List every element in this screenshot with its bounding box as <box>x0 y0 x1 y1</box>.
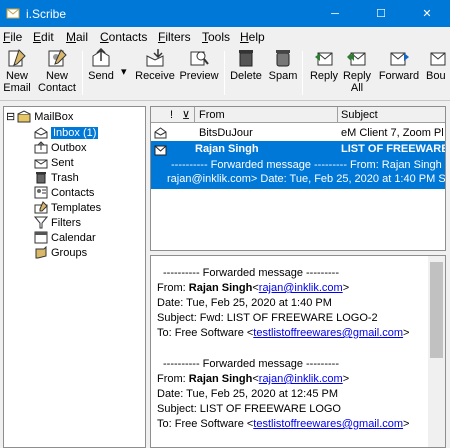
message-list-header: ! ⊻ From Subject <box>151 107 445 123</box>
folder-groups[interactable]: Groups <box>34 245 87 260</box>
message-list[interactable]: ! ⊻ From Subject BitsDuJour eM Client 7,… <box>150 106 446 251</box>
minimize-button[interactable]: ─ <box>312 0 358 27</box>
receive-icon <box>146 49 164 67</box>
to-line: To: Free Software <testlistoffreewares@g… <box>157 327 410 339</box>
message-row[interactable]: BitsDuJour eM Client 7, Zoom Pl <box>151 125 445 141</box>
inbox-icon <box>34 127 48 139</box>
forward-icon <box>390 52 409 66</box>
message-subject: eM Client 7, Zoom Pl <box>341 127 444 139</box>
outbox-icon <box>34 141 48 154</box>
bounce-icon <box>430 52 446 66</box>
reply-icon <box>315 52 333 66</box>
folder-filters[interactable]: Filters <box>34 215 81 230</box>
filters-icon <box>34 216 48 229</box>
preview-button[interactable]: Preview <box>178 48 220 82</box>
new-contact-button[interactable]: New Contact <box>37 48 77 94</box>
contacts-icon <box>34 186 48 199</box>
reply-all-icon <box>347 52 366 66</box>
sent-icon <box>34 159 48 169</box>
column-flag[interactable]: ! <box>170 109 173 121</box>
window-title: i.Scribe <box>26 7 67 21</box>
folder-sent[interactable]: Sent <box>34 155 74 170</box>
date-line: Date: Tue, Feb 25, 2020 at 12:45 PM <box>157 388 339 400</box>
menu-bar: File Edit Mail Contacts Filters Tools He… <box>0 27 450 45</box>
column-divider[interactable] <box>337 107 338 123</box>
forwarded-mail-icon <box>154 145 167 156</box>
column-divider[interactable] <box>194 107 195 123</box>
tree-root-mailbox[interactable]: ⊟ MailBox <box>6 109 73 124</box>
from-line: From: Rajan Singh<rajan@inklik.com> <box>157 373 350 385</box>
message-subject: LIST OF FREEWARE L <box>341 143 446 155</box>
send-button[interactable]: Send <box>87 48 115 82</box>
menu-contacts[interactable]: Contacts <box>100 30 147 44</box>
preview-scrollbar[interactable] <box>428 256 445 447</box>
collapse-icon[interactable]: ⊟ <box>6 110 15 123</box>
toolbar-separator <box>224 51 225 95</box>
new-email-icon <box>8 49 26 67</box>
folder-tree[interactable]: ⊟ MailBox Inbox (1) Outbox Sent Trash Co… <box>3 106 146 448</box>
recipient-email-link[interactable]: testlistoffreewares@gmail.com <box>253 327 403 339</box>
folder-templates[interactable]: Templates <box>34 200 101 215</box>
delete-button[interactable]: Delete <box>229 48 263 82</box>
message-preview-line: rajan@inklik.com> Date: Tue, Feb 25, 202… <box>167 173 446 185</box>
receive-button[interactable]: Receive <box>134 48 176 82</box>
trash-icon <box>36 172 46 184</box>
from-line: From: Rajan Singh<rajan@inklik.com> <box>157 282 350 294</box>
forward-separator: ---------- Forwarded message --------- <box>163 358 339 370</box>
message-from: BitsDuJour <box>199 127 253 139</box>
menu-tools[interactable]: Tools <box>202 30 230 44</box>
preview-icon <box>190 51 209 66</box>
menu-filters[interactable]: Filters <box>158 30 191 44</box>
column-subject[interactable]: Subject <box>341 109 378 121</box>
subject-line: Subject: LIST OF FREEWARE LOGO <box>157 403 341 415</box>
forward-separator: ---------- Forwarded message --------- <box>163 267 339 279</box>
folder-outbox[interactable]: Outbox <box>34 140 86 155</box>
menu-mail[interactable]: Mail <box>66 30 88 44</box>
trash-icon <box>239 50 253 67</box>
close-button[interactable]: ✕ <box>404 0 450 27</box>
column-attachment[interactable]: ⊻ <box>182 109 190 122</box>
title-bar[interactable]: i.Scribe ─ ☐ ✕ <box>0 0 450 27</box>
menu-file[interactable]: File <box>3 30 22 44</box>
message-from: Rajan Singh <box>195 143 259 155</box>
spam-icon <box>276 50 290 67</box>
calendar-icon <box>34 231 48 244</box>
spam-button[interactable]: Spam <box>268 48 298 82</box>
toolbar-separator <box>82 51 83 95</box>
reply-all-button[interactable]: Reply All <box>341 48 373 94</box>
send-dropdown-arrow[interactable]: ▾ <box>121 66 127 78</box>
column-from[interactable]: From <box>199 109 225 121</box>
mailbox-icon <box>17 110 31 123</box>
folder-contacts[interactable]: Contacts <box>34 185 94 200</box>
new-contact-icon <box>48 49 67 67</box>
new-email-button[interactable]: New Email <box>2 48 32 94</box>
templates-icon <box>34 201 48 214</box>
forward-button[interactable]: Forward <box>377 48 421 82</box>
sender-email-link[interactable]: rajan@inklik.com <box>259 282 343 294</box>
toolbar: New Email New Contact Send ▾ Receive Previ… <box>0 45 450 101</box>
menu-help[interactable]: Help <box>240 30 265 44</box>
menu-edit[interactable]: Edit <box>33 30 54 44</box>
subject-line: Subject: Fwd: LIST OF FREEWARE LOGO-2 <box>157 312 378 324</box>
reply-button[interactable]: Reply <box>307 48 341 82</box>
preview-pane[interactable]: ---------- Forwarded message --------- F… <box>150 255 446 448</box>
app-icon <box>6 8 20 19</box>
sender-email-link[interactable]: rajan@inklik.com <box>259 373 343 385</box>
to-line: To: Free Software <testlistoffreewares@g… <box>157 418 410 430</box>
folder-calendar[interactable]: Calendar <box>34 230 96 245</box>
folder-inbox[interactable]: Inbox (1) <box>34 125 99 140</box>
maximize-button[interactable]: ☐ <box>358 0 404 27</box>
folder-trash[interactable]: Trash <box>34 170 79 185</box>
recipient-email-link[interactable]: testlistoffreewares@gmail.com <box>253 418 403 430</box>
message-preview-line: ---------- Forwarded message --------- F… <box>171 159 442 171</box>
read-mail-icon <box>154 127 167 139</box>
message-row-selected[interactable]: Rajan Singh LIST OF FREEWARE L ---------… <box>151 141 446 189</box>
groups-icon <box>35 246 47 259</box>
bounce-button[interactable]: Bou <box>426 48 450 82</box>
toolbar-separator <box>302 51 303 95</box>
date-line: Date: Tue, Feb 25, 2020 at 1:40 PM <box>157 297 332 309</box>
scrollbar-thumb[interactable] <box>430 262 443 358</box>
send-icon <box>92 48 110 67</box>
